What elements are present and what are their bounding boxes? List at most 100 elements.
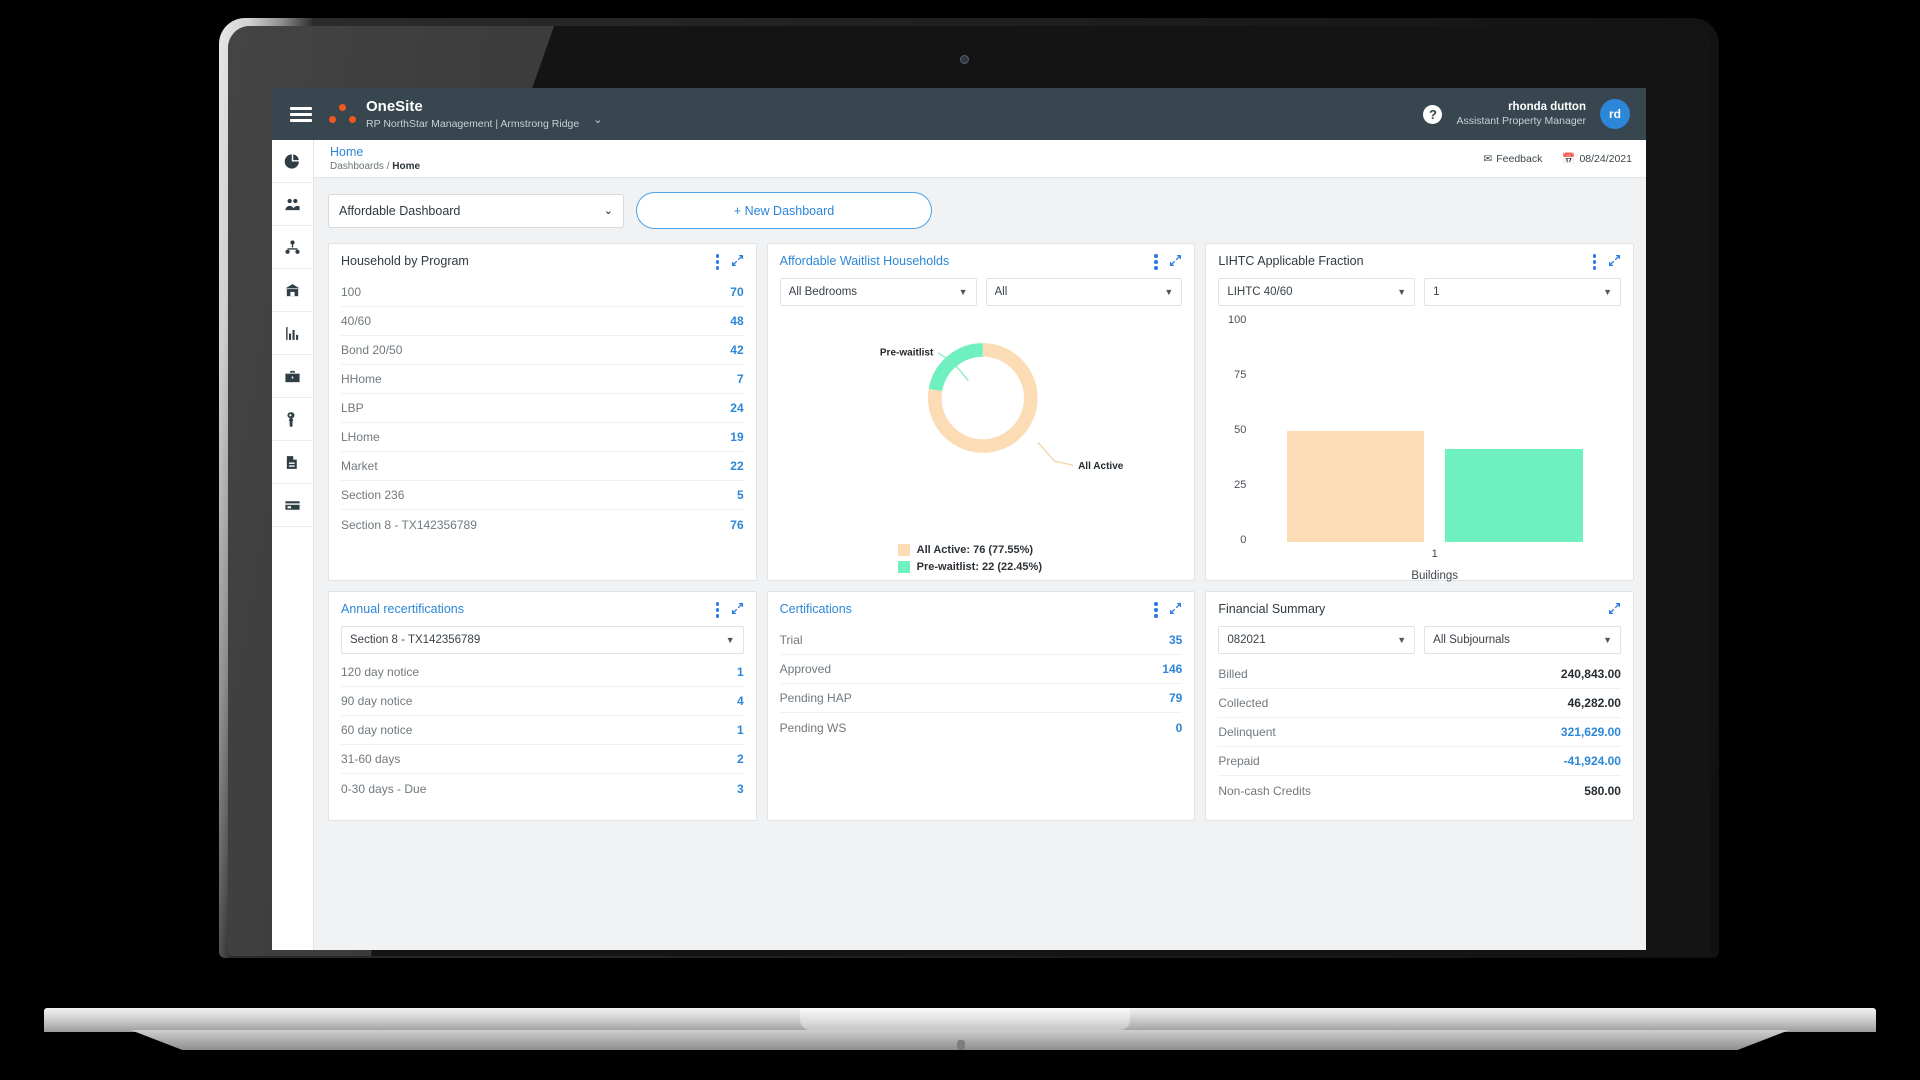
- feedback-button[interactable]: ✉ Feedback: [1483, 153, 1542, 165]
- expand-icon[interactable]: [731, 254, 744, 272]
- page-title[interactable]: Home: [330, 145, 420, 160]
- sidebar-item-reports[interactable]: [272, 312, 313, 355]
- chevron-down-icon: ⌄: [603, 205, 613, 217]
- expand-icon[interactable]: [1608, 602, 1621, 620]
- row-value: 35: [1168, 633, 1183, 647]
- expand-icon[interactable]: [1169, 254, 1182, 272]
- expand-icon[interactable]: [731, 602, 744, 620]
- y-tick-50: 50: [1234, 424, 1247, 436]
- card-title: Affordable Waitlist Households: [779, 254, 950, 268]
- row-value: 22: [730, 459, 744, 473]
- main-content: Home Dashboards / Home ✉ Feedback 📅 08/24/…: [314, 140, 1646, 950]
- status-select[interactable]: All ▼: [985, 278, 1183, 306]
- card-title: Financial Summary: [1218, 602, 1326, 616]
- table-row[interactable]: Delinquent 321,629.00: [1218, 718, 1621, 747]
- sidebar-item-property[interactable]: [272, 269, 313, 312]
- breadcrumb-parent[interactable]: Dashboards /: [330, 161, 392, 172]
- row-value: 240,843.00: [1560, 667, 1621, 681]
- table-row[interactable]: 0-30 days - Due 3: [341, 774, 744, 803]
- legend-item: Pre-waitlist: 22 (22.45%): [897, 559, 1042, 576]
- row-label: HHome: [341, 372, 382, 386]
- laptop-mockup: OneSite RP NorthStar Management | Armstr…: [0, 0, 1920, 1080]
- sidebar-item-maintenance[interactable]: [272, 398, 313, 441]
- table-row[interactable]: Non-cash Credits 580.00: [1218, 776, 1621, 805]
- new-dashboard-button[interactable]: + New Dashboard: [636, 192, 932, 229]
- legend-label-pre: Pre-waitlist: 22 (22.45%): [916, 560, 1042, 573]
- table-row[interactable]: Bond 20/50 42: [341, 336, 744, 365]
- breadcrumb-current: Home: [392, 160, 421, 172]
- breadcrumb-path: Dashboards / Home: [330, 161, 420, 173]
- calendar-icon: 📅: [1562, 153, 1576, 165]
- legend-label-active: All Active: 76 (77.55%): [916, 543, 1034, 556]
- table-row[interactable]: 60 day notice 1: [341, 716, 744, 745]
- row-label: 120 day notice: [341, 665, 420, 679]
- recert-rows: 120 day notice 1 90 day notice 4 60 day no…: [341, 658, 744, 803]
- bedrooms-select[interactable]: All Bedrooms ▼: [779, 278, 977, 306]
- chevron-down-icon[interactable]: ⌄: [593, 113, 602, 126]
- row-label: 90 day notice: [341, 694, 413, 708]
- table-row[interactable]: Collected 46,282.00: [1218, 689, 1621, 718]
- card-title: Annual recertifications: [341, 602, 464, 616]
- table-row[interactable]: Section 236 5: [341, 481, 744, 510]
- screen: OneSite RP NorthStar Management | Armstr…: [272, 88, 1646, 950]
- lihtc-program-value: LIHTC 40/60: [1227, 286, 1293, 298]
- dashboard-select[interactable]: Affordable Dashboard ⌄: [328, 193, 624, 228]
- help-icon[interactable]: ?: [1423, 104, 1443, 124]
- row-label: 40/60: [341, 314, 372, 328]
- card-header: Certifications: [780, 602, 1183, 620]
- table-row[interactable]: 40/60 48: [341, 307, 744, 336]
- card-header-actions: [1608, 602, 1621, 620]
- expand-icon[interactable]: [1169, 602, 1182, 620]
- table-row[interactable]: Pending WS 0: [780, 713, 1183, 742]
- dashboard-toolbar: Affordable Dashboard ⌄ + New Dashboard: [328, 192, 1634, 229]
- expand-icon[interactable]: [1608, 254, 1621, 272]
- bar-series-1[interactable]: [1286, 431, 1425, 542]
- date-display[interactable]: 📅 08/24/2021: [1562, 152, 1632, 165]
- hamburger-icon[interactable]: [290, 104, 312, 125]
- subjournal-select[interactable]: All Subjournals ▼: [1424, 626, 1621, 654]
- brand-block: OneSite RP NorthStar Management | Armstr…: [366, 98, 579, 129]
- pie-chart-icon: [284, 153, 299, 169]
- table-row[interactable]: 120 day notice 1: [341, 658, 744, 687]
- breadcrumb-actions: ✉ Feedback 📅 08/24/2021: [1483, 152, 1632, 166]
- kebab-menu-icon[interactable]: [1592, 254, 1597, 272]
- kebab-menu-icon[interactable]: [1154, 602, 1158, 620]
- chevron-down-icon: ▼: [1164, 287, 1174, 297]
- sidebar-item-documents[interactable]: [272, 441, 313, 484]
- bar-x-axis-label: Buildings: [1411, 570, 1458, 582]
- table-row[interactable]: Section 8 - TX142356789 76: [341, 510, 744, 539]
- table-row[interactable]: LHome 19: [341, 423, 744, 452]
- table-row[interactable]: 31-60 days 2: [341, 745, 744, 774]
- table-row[interactable]: Approved 146: [779, 655, 1183, 684]
- recert-program-select[interactable]: Section 8 - TX142356789 ▼: [341, 626, 744, 654]
- breadcrumb-bar: Home Dashboards / Home ✉ Feedback 📅 08/24/…: [314, 140, 1646, 178]
- kebab-menu-icon[interactable]: [715, 602, 720, 620]
- table-row[interactable]: LBP 24: [341, 394, 744, 423]
- table-row[interactable]: Pending HAP 79: [779, 684, 1183, 713]
- kebab-menu-icon[interactable]: [715, 254, 720, 272]
- sidebar-item-accounting[interactable]: [272, 355, 313, 398]
- sidebar-item-dashboards[interactable]: [272, 140, 313, 183]
- card-title: Household by Program: [341, 254, 469, 268]
- lihtc-program-select[interactable]: LIHTC 40/60 ▼: [1218, 278, 1416, 306]
- kebab-menu-icon[interactable]: [1154, 254, 1158, 272]
- period-select[interactable]: 082021 ▼: [1218, 626, 1416, 654]
- sidebar-item-residents[interactable]: [272, 183, 313, 226]
- table-row[interactable]: Market 22: [341, 452, 744, 481]
- bar-series-2[interactable]: [1445, 448, 1583, 542]
- card-icon: [285, 500, 300, 510]
- building-icon: [285, 283, 300, 296]
- table-row[interactable]: Trial 35: [779, 626, 1183, 655]
- card-annual-recertifications: Annual recertifications Section 8 - TX14…: [328, 591, 757, 821]
- table-row[interactable]: Billed 240,843.00: [1218, 660, 1621, 689]
- table-row[interactable]: Prepaid -41,924.00: [1218, 747, 1621, 776]
- lihtc-bar-chart: 100 75 50 25 0 1 Buildings: [1218, 312, 1621, 600]
- table-row[interactable]: 100 70: [341, 278, 744, 307]
- lihtc-building-select[interactable]: 1 ▼: [1424, 278, 1621, 306]
- sidebar-item-payments[interactable]: [272, 484, 313, 527]
- table-row[interactable]: 90 day notice 4: [341, 687, 744, 716]
- row-value: 4: [736, 694, 744, 708]
- avatar[interactable]: rd: [1600, 99, 1630, 129]
- sidebar-item-org[interactable]: [272, 226, 313, 269]
- table-row[interactable]: HHome 7: [341, 365, 744, 394]
